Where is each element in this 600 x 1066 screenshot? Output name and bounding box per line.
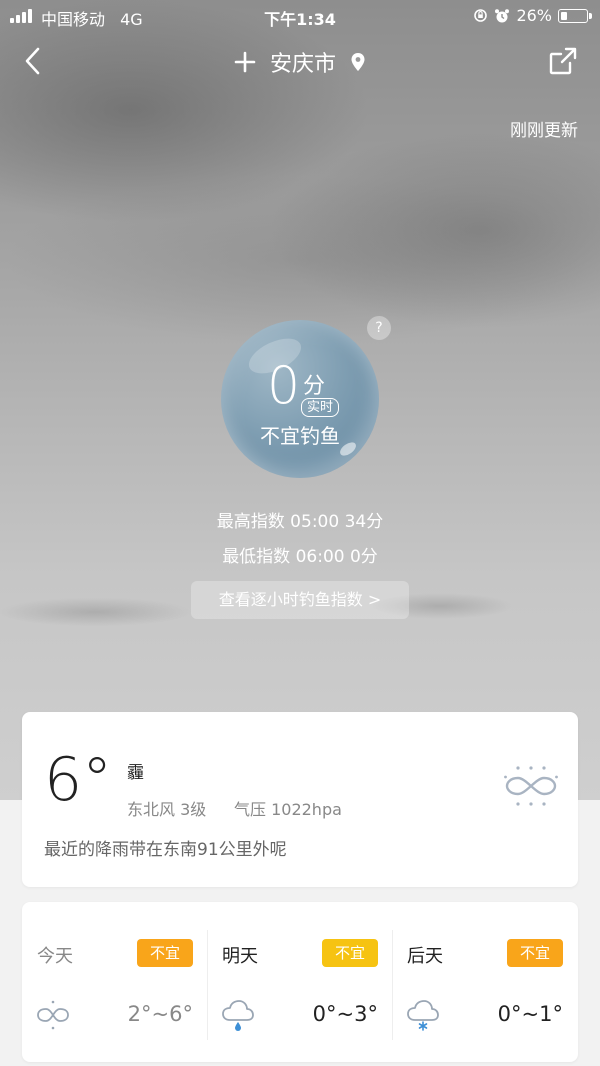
forecast-card: 今天 不宜 2°~6° 明天 不宜 0°~3° 后天 不宜 0°~1°: [22, 902, 578, 1062]
fishing-tag: 不宜: [322, 939, 378, 967]
fishing-index-bubble: 0 分 实时 不宜钓鱼: [221, 320, 379, 478]
forecast-day-tomorrow[interactable]: 明天 不宜 0°~3°: [207, 902, 392, 1062]
update-status: 刚刚更新: [510, 121, 578, 141]
wind-info: 东北风 3级: [127, 800, 207, 819]
day-name: 明天: [222, 946, 258, 967]
score-unit: 分: [303, 374, 326, 399]
current-temperature: 6°: [44, 745, 113, 815]
haze-icon: [37, 1000, 69, 1030]
alarm-icon: [495, 8, 510, 22]
rotation-lock-icon: [474, 9, 488, 22]
pressure-info: 气压 1022hpa: [234, 800, 342, 819]
realtime-tag: 实时: [301, 398, 340, 417]
day-name: 后天: [407, 946, 443, 967]
share-icon[interactable]: [546, 44, 580, 78]
temp-range: 0°~3°: [312, 1002, 378, 1026]
help-icon[interactable]: ?: [367, 316, 391, 340]
status-bar: 中国移动 4G 下午1:34 26%: [0, 0, 600, 32]
current-weather-card[interactable]: 6° 霾 东北风 3级 气压 1022hpa 最近的降雨带在东南91公里外呢: [22, 712, 578, 887]
rain-note: 最近的降雨带在东南91公里外呢: [44, 840, 287, 860]
max-index: 最高指数 05:00 34分: [216, 512, 384, 532]
add-city-icon[interactable]: [234, 51, 256, 73]
fishing-tag: 不宜: [137, 939, 193, 967]
weather-condition: 霾: [127, 763, 144, 783]
min-index: 最低指数 06:00 0分: [222, 547, 378, 567]
fishing-tag: 不宜: [507, 939, 563, 967]
fishing-score: 0: [267, 356, 301, 416]
battery-percent: 26%: [516, 6, 552, 25]
temp-range: 2°~6°: [127, 1002, 193, 1026]
haze-icon: [504, 766, 558, 806]
location-pin-icon: [351, 53, 365, 71]
battery-icon: [558, 8, 592, 23]
city-name[interactable]: 安庆市: [270, 46, 336, 78]
forecast-day-today[interactable]: 今天 不宜 2°~6°: [22, 902, 207, 1062]
fishing-verdict: 不宜钓鱼: [260, 424, 340, 448]
day-name: 今天: [37, 946, 73, 967]
hourly-index-button[interactable]: 查看逐小时钓鱼指数 >: [191, 581, 409, 619]
rain-icon: [222, 1000, 254, 1031]
snow-icon: [407, 1000, 439, 1031]
temp-range: 0°~1°: [497, 1002, 563, 1026]
forecast-day-after-tomorrow[interactable]: 后天 不宜 0°~1°: [392, 902, 577, 1062]
city-header: 安庆市: [0, 44, 600, 80]
